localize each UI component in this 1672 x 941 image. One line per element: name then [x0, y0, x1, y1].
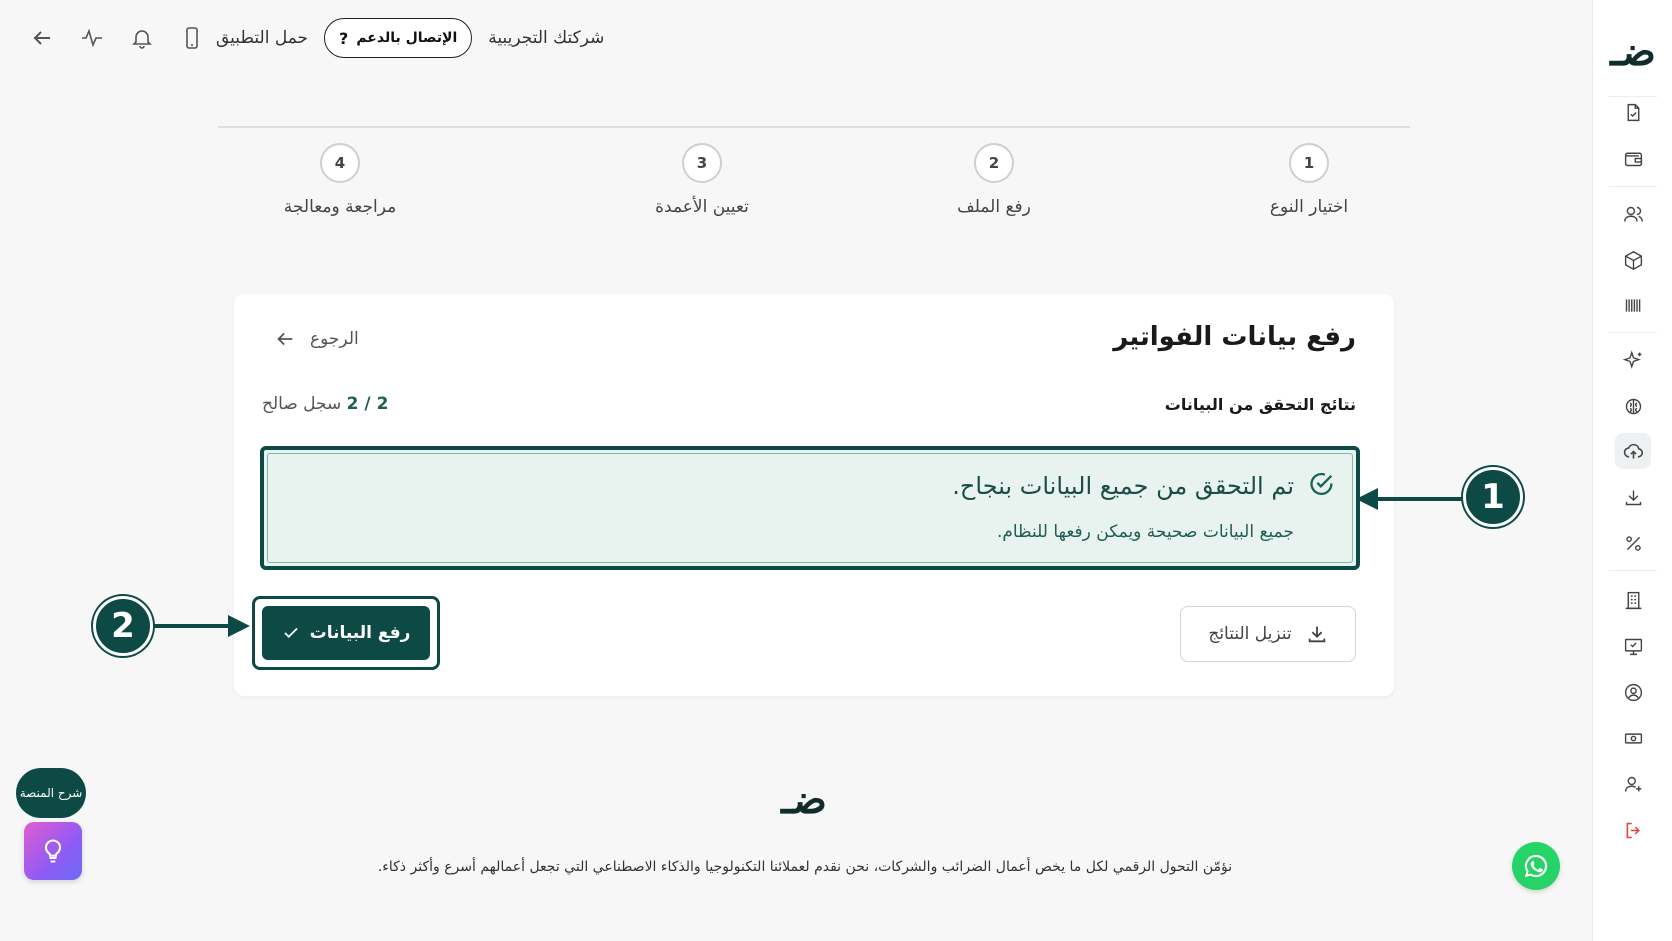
- company-name[interactable]: شركتك التجريبية: [488, 28, 604, 48]
- step-3: 3 تعيين الأعمدة: [592, 143, 812, 217]
- activity-icon[interactable]: [72, 18, 112, 58]
- success-alert: تم التحقق من جميع البيانات بنجاح. جميع ا…: [260, 446, 1360, 570]
- annotation-arrowhead: [1356, 488, 1378, 510]
- cloud-upload-icon[interactable]: [1615, 433, 1651, 469]
- top-bar: حمل التطبيق ? الإتصال بالدعم شركتك التجر…: [22, 14, 604, 62]
- step-label: رفع الملف: [957, 197, 1031, 217]
- user-plus-icon[interactable]: [1615, 766, 1651, 802]
- footer-tagline: نؤمّن التحول الرقمي لكل ما يخص أعمال الض…: [377, 859, 1233, 875]
- bell-icon[interactable]: [122, 18, 162, 58]
- invoice-check-icon[interactable]: [1615, 94, 1651, 130]
- page-title: رفع بيانات الفواتير: [1113, 322, 1356, 352]
- annotation-marker-1: 1: [1463, 467, 1523, 527]
- download-icon[interactable]: [1615, 479, 1651, 515]
- sparkles-icon[interactable]: [1615, 342, 1651, 378]
- support-label: الإتصال بالدعم: [356, 30, 458, 46]
- users-icon[interactable]: [1615, 196, 1651, 232]
- phone-icon[interactable]: [172, 18, 212, 58]
- sidebar-divider: [1609, 332, 1657, 333]
- upload-data-button[interactable]: رفع البيانات: [262, 606, 430, 660]
- checkmark-icon: [283, 627, 298, 639]
- step-label: تعيين الأعمدة: [655, 197, 749, 217]
- cash-icon[interactable]: [1615, 720, 1651, 756]
- step-number: 1: [1289, 143, 1329, 183]
- step-number: 3: [682, 143, 722, 183]
- brain-icon[interactable]: [1615, 388, 1651, 424]
- whatsapp-button[interactable]: [1512, 842, 1560, 890]
- monitor-check-icon[interactable]: [1615, 628, 1651, 664]
- success-title: تم التحقق من جميع البيانات بنجاح.: [952, 472, 1294, 500]
- upload-card: رفع بيانات الفواتير الرجوع نتائج التحقق …: [234, 294, 1394, 696]
- check-circle-icon: [1310, 472, 1333, 495]
- step-number: 2: [974, 143, 1014, 183]
- sidebar-divider: [1609, 570, 1657, 571]
- sidebar-divider: [1609, 186, 1657, 187]
- count-value: 2 / 2: [346, 394, 389, 414]
- user-circle-icon[interactable]: [1615, 674, 1651, 710]
- sidebar: ضـ: [1592, 0, 1672, 941]
- step-1: 1 اختيار النوع: [1199, 143, 1419, 217]
- step-2: 2 رفع الملف: [884, 143, 1104, 217]
- whatsapp-icon: [1524, 854, 1548, 878]
- validation-results-label: نتائج التحقق من البيانات: [1164, 395, 1356, 414]
- success-alert-inner: [267, 453, 1353, 563]
- wallet-icon[interactable]: [1615, 140, 1651, 176]
- question-icon: ?: [339, 28, 349, 48]
- back-arrow-icon[interactable]: [22, 18, 62, 58]
- step-label: مراجعة ومعالجة: [283, 197, 397, 217]
- download-results-button[interactable]: تنزيل النتائج: [1180, 606, 1356, 662]
- success-message: جميع البيانات صحيحة ويمكن رفعها للنظام.: [996, 522, 1294, 542]
- building-icon[interactable]: [1615, 582, 1651, 618]
- stepper-line: [218, 126, 1410, 128]
- annotation-line: [154, 624, 230, 628]
- valid-record-count: 2 / 2 سجل صالح: [262, 394, 388, 414]
- upload-button-highlight: رفع البيانات: [252, 596, 440, 670]
- box-icon[interactable]: [1615, 242, 1651, 278]
- platform-guide-button[interactable]: شرح المنصة: [16, 768, 86, 818]
- count-suffix: سجل صالح: [262, 394, 342, 414]
- download-icon: [1308, 626, 1325, 643]
- lightbulb-icon: [44, 839, 62, 863]
- back-link[interactable]: الرجوع: [274, 328, 359, 350]
- step-number: 4: [320, 143, 360, 183]
- percent-icon[interactable]: [1615, 525, 1651, 561]
- barcode-icon[interactable]: [1615, 287, 1651, 323]
- tips-button[interactable]: [24, 822, 82, 880]
- back-label: الرجوع: [310, 329, 359, 349]
- download-app-link[interactable]: حمل التطبيق: [216, 28, 308, 48]
- step-4: 4 مراجعة ومعالجة: [230, 143, 450, 217]
- support-button[interactable]: ? الإتصال بالدعم: [324, 18, 473, 58]
- annotation-marker-2: 2: [93, 596, 153, 656]
- footer-logo: ضـ: [781, 776, 827, 823]
- arrow-left-icon: [277, 332, 293, 346]
- sidebar-logo[interactable]: ضـ: [1593, 28, 1672, 75]
- annotation-line: [1376, 497, 1464, 501]
- download-results-label: تنزيل النتائج: [1208, 624, 1292, 644]
- step-label: اختيار النوع: [1269, 197, 1349, 217]
- annotation-arrowhead: [228, 615, 250, 637]
- logout-icon[interactable]: [1615, 812, 1651, 848]
- upload-data-label: رفع البيانات: [309, 623, 411, 643]
